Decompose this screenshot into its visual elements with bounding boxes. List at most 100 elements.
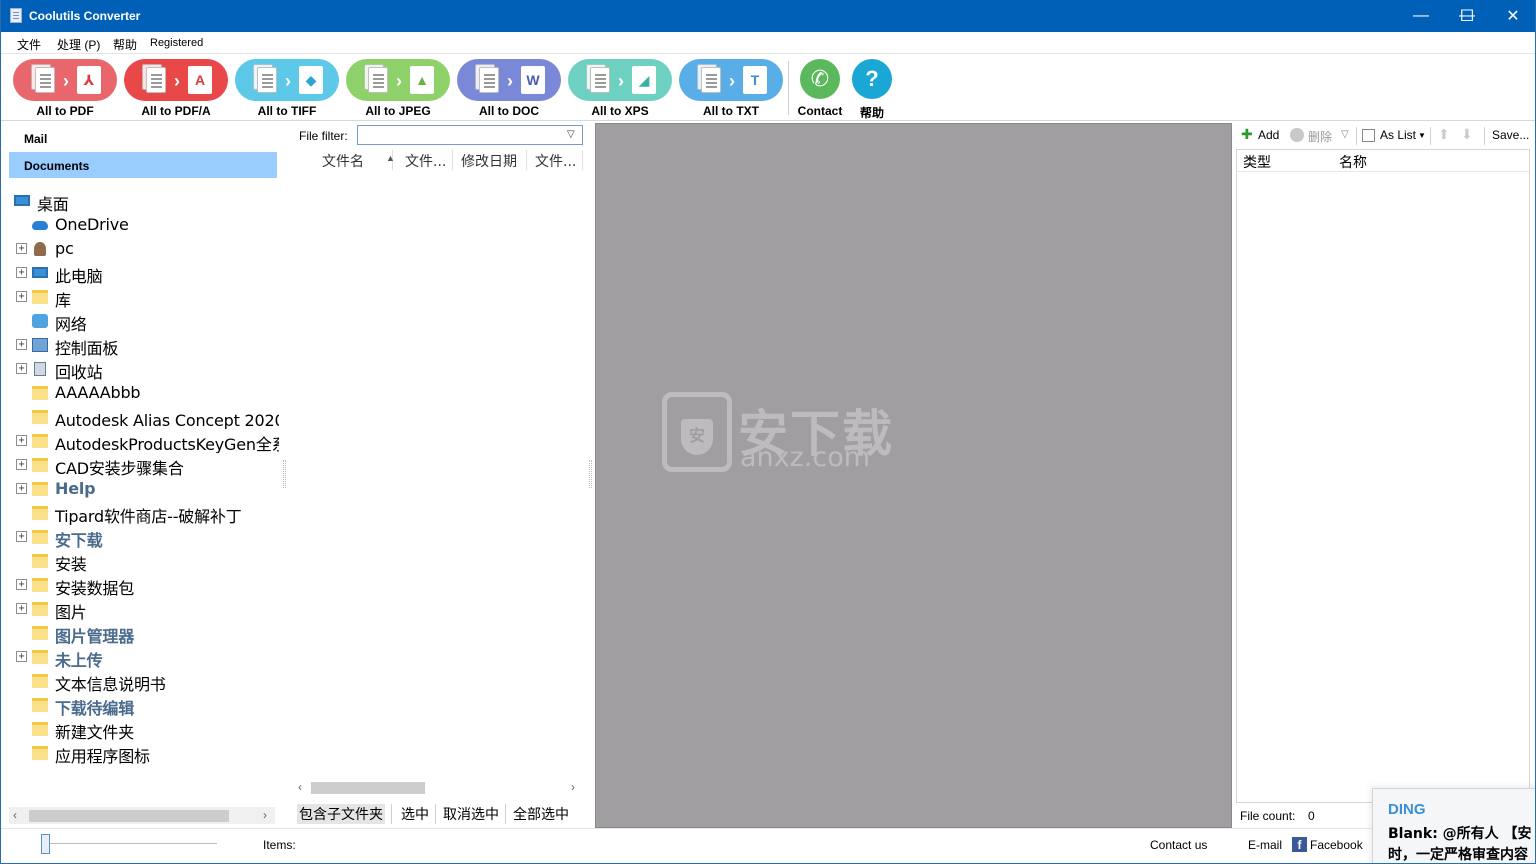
source-tab-documents[interactable]: Documents bbox=[9, 152, 277, 178]
tree-item[interactable]: AAAAAbbb bbox=[7, 381, 279, 405]
convert-button-3[interactable]: › ▲ All to JPEG bbox=[346, 59, 450, 119]
column-header-name[interactable]: 名称 bbox=[1339, 152, 1367, 172]
tree-item[interactable]: + AutodeskProductsKeyGen全系列 bbox=[7, 429, 279, 453]
expand-icon[interactable]: + bbox=[16, 243, 27, 254]
contact-button[interactable]: ✆ Contact bbox=[790, 59, 850, 119]
notification-popup[interactable]: DING Blank: @所有人 【安 时，一定严格审查内容 bbox=[1372, 788, 1535, 863]
convert-button-5[interactable]: › ◢ All to XPS bbox=[568, 59, 672, 119]
splitter-left[interactable] bbox=[283, 460, 286, 488]
queue-list[interactable]: 类型 名称 bbox=[1236, 149, 1530, 803]
convert-button-label: All to TXT bbox=[703, 104, 759, 118]
tree-item[interactable]: + 图片 bbox=[7, 597, 279, 621]
splitter-middle[interactable] bbox=[589, 460, 592, 488]
select-button[interactable]: 选中 bbox=[401, 804, 429, 824]
convert-button-0[interactable]: › ⅄ All to PDF bbox=[13, 59, 117, 119]
convert-button-1[interactable]: › A All to PDF/A bbox=[124, 59, 228, 119]
menu-process[interactable]: 处理 (P) bbox=[57, 36, 100, 53]
source-tab-mail[interactable]: Mail bbox=[9, 125, 277, 151]
expand-icon[interactable]: + bbox=[16, 531, 27, 542]
tree-item[interactable]: 下载待编辑 bbox=[7, 693, 279, 717]
add-icon[interactable]: ✚ bbox=[1241, 126, 1253, 143]
convert-button-4[interactable]: › W All to DOC bbox=[457, 59, 561, 119]
delete-button[interactable]: 删除 bbox=[1308, 128, 1332, 145]
chevron-down-icon[interactable]: ▽ bbox=[567, 129, 575, 140]
menu-file[interactable]: 文件 bbox=[17, 36, 41, 53]
expand-icon[interactable]: + bbox=[16, 435, 27, 446]
expand-icon[interactable]: + bbox=[16, 291, 27, 302]
scroll-right-icon[interactable]: › bbox=[263, 808, 267, 822]
tree-item[interactable]: + 安装数据包 bbox=[7, 573, 279, 597]
move-up-icon[interactable]: ⬆ bbox=[1438, 126, 1450, 143]
facebook-link[interactable]: Facebook bbox=[1310, 838, 1363, 852]
tree-item[interactable]: + 库 bbox=[7, 285, 279, 309]
expand-icon[interactable]: + bbox=[16, 363, 27, 374]
minimize-btn[interactable]: — bbox=[1398, 0, 1444, 32]
file-filter-input[interactable] bbox=[357, 125, 583, 145]
column-header-type[interactable]: 文件... bbox=[399, 150, 453, 170]
tree-item[interactable]: + Help bbox=[7, 477, 279, 501]
list-view-icon[interactable] bbox=[1362, 129, 1375, 142]
tree-item[interactable]: 应用程序图标 bbox=[7, 741, 279, 765]
file-hscrollbar[interactable]: ‹ › bbox=[293, 779, 585, 796]
maximize-btn[interactable]: ☐ bbox=[1444, 0, 1490, 32]
scroll-left-icon[interactable]: ‹ bbox=[13, 808, 17, 822]
help-button[interactable]: ? 帮助 bbox=[842, 59, 902, 120]
zoom-slider-thumb[interactable] bbox=[41, 834, 50, 854]
tree-item[interactable]: + CAD安装步骤集合 bbox=[7, 453, 279, 477]
menu-help[interactable]: 帮助 bbox=[113, 36, 137, 53]
email-link[interactable]: E-mail bbox=[1248, 838, 1282, 852]
title-bar: Coolutils Converter — ☐ bbox=[1, 0, 1535, 32]
tree-hscrollbar[interactable]: ‹ › bbox=[9, 807, 275, 824]
column-header-modified[interactable]: 修改日期 bbox=[455, 150, 527, 170]
tree-item[interactable]: 安装 bbox=[7, 549, 279, 573]
expand-icon[interactable]: + bbox=[16, 267, 27, 278]
convert-button-2[interactable]: › ◆ All to TIFF bbox=[235, 59, 339, 119]
app-icon bbox=[10, 8, 22, 23]
tree-item[interactable]: + 控制面板 bbox=[7, 333, 279, 357]
convert-button-6[interactable]: › T All to TXT bbox=[679, 59, 783, 119]
tree-item[interactable]: 桌面 bbox=[7, 189, 279, 213]
expand-icon[interactable]: + bbox=[16, 603, 27, 614]
save-button[interactable]: Save... bbox=[1492, 128, 1529, 142]
zoom-slider-track[interactable] bbox=[45, 843, 217, 844]
expand-icon[interactable]: + bbox=[16, 459, 27, 470]
tree-item-label: 下载待编辑 bbox=[55, 699, 135, 717]
select-all-button[interactable]: 全部选中 bbox=[513, 804, 569, 824]
scroll-right-icon[interactable]: › bbox=[571, 780, 575, 794]
tree-scroll-thumb[interactable] bbox=[29, 810, 229, 822]
scroll-left-icon[interactable]: ‹ bbox=[298, 780, 302, 794]
contact-us-link[interactable]: Contact us bbox=[1150, 838, 1207, 852]
move-down-icon[interactable]: ⬇ bbox=[1461, 126, 1473, 143]
facebook-icon[interactable]: f bbox=[1292, 837, 1307, 852]
column-header-filename[interactable]: 文件名 bbox=[293, 150, 393, 170]
tree-item[interactable]: 文本信息说明书 bbox=[7, 669, 279, 693]
tree-item[interactable]: 图片管理器 bbox=[7, 621, 279, 645]
add-button[interactable]: Add bbox=[1258, 128, 1279, 142]
tree-item[interactable]: + 未上传 bbox=[7, 645, 279, 669]
folder-icon bbox=[32, 290, 48, 304]
tree-item[interactable]: OneDrive bbox=[7, 213, 279, 237]
column-header-kind[interactable]: 类型 bbox=[1243, 152, 1271, 172]
tree-item[interactable]: + pc bbox=[7, 237, 279, 261]
tree-item[interactable]: + 安下载 bbox=[7, 525, 279, 549]
chevron-down-icon[interactable]: ▽ bbox=[1341, 129, 1349, 140]
expand-icon[interactable]: + bbox=[16, 339, 27, 350]
tree-item[interactable]: 网络 bbox=[7, 309, 279, 333]
tree-item[interactable]: Autodesk Alias Concept 2020安 bbox=[7, 405, 279, 429]
include-subfolders-button[interactable]: 包含子文件夹 bbox=[297, 804, 385, 824]
close-btn[interactable]: ✕ bbox=[1490, 0, 1535, 32]
expand-icon[interactable]: + bbox=[16, 483, 27, 494]
delete-icon[interactable] bbox=[1290, 128, 1304, 142]
tree-item[interactable]: + 回收站 bbox=[7, 357, 279, 381]
expand-icon[interactable]: + bbox=[16, 579, 27, 590]
expand-icon[interactable]: + bbox=[16, 651, 27, 662]
dropdown-arrow-icon[interactable]: ▼ bbox=[1418, 131, 1426, 140]
folder-icon bbox=[32, 650, 48, 664]
tree-item[interactable]: + 此电脑 bbox=[7, 261, 279, 285]
tree-item[interactable]: Tipard软件商店--破解补丁 bbox=[7, 501, 279, 525]
view-mode-button[interactable]: As List bbox=[1380, 128, 1416, 142]
column-header-size[interactable]: 文件... bbox=[529, 150, 583, 170]
deselect-button[interactable]: 取消选中 bbox=[443, 804, 499, 824]
file-scroll-thumb[interactable] bbox=[311, 782, 425, 794]
tree-item[interactable]: 新建文件夹 bbox=[7, 717, 279, 741]
